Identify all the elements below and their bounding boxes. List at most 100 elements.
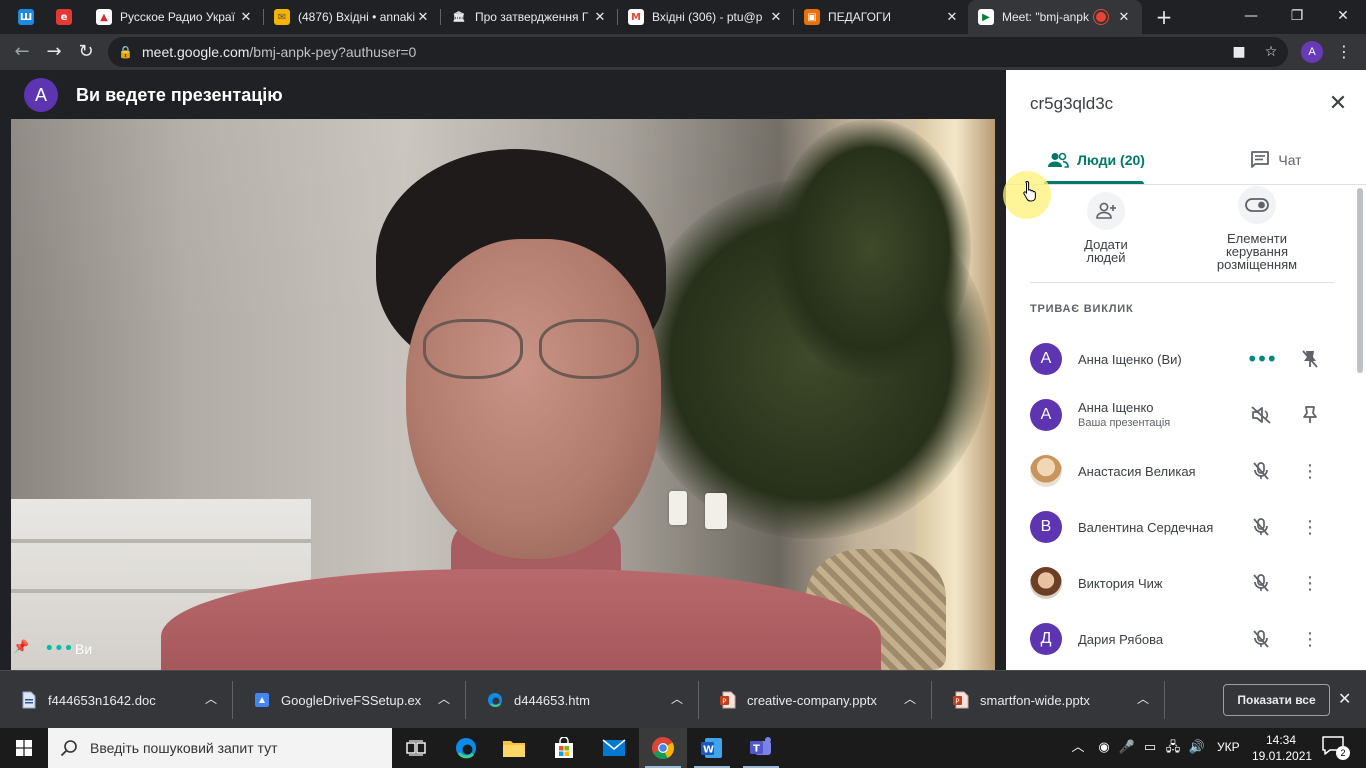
show-all-downloads-button[interactable]: Показати все (1223, 684, 1330, 716)
battery-icon[interactable]: ▭ (1140, 738, 1160, 758)
folder-icon (503, 741, 525, 757)
download-filename: f444653n1642.doc (48, 692, 156, 708)
close-icon[interactable]: ✕ (415, 10, 431, 25)
star-icon[interactable]: ☆ (1260, 42, 1282, 62)
download-item[interactable]: P smartfon-wide.pptx ︿ (932, 671, 1165, 729)
profile-avatar[interactable]: A (1301, 41, 1323, 63)
chevron-up-icon[interactable]: ︿ (671, 690, 683, 707)
participant-row[interactable]: Виктория Чиж ⋮ (1006, 555, 1358, 611)
mail-icon (602, 739, 626, 756)
pptx-icon: P (719, 691, 737, 709)
minimize-button[interactable]: — (1228, 0, 1274, 32)
chevron-up-icon[interactable]: ︿ (205, 690, 217, 707)
pinned-tab-2[interactable]: e (50, 5, 78, 29)
unpin-icon[interactable] (1298, 347, 1322, 371)
close-icon[interactable]: ✕ (768, 10, 784, 25)
glasses-left-lens (423, 319, 523, 379)
more-options-icon[interactable]: ⋮ (1298, 627, 1322, 651)
host-controls-button[interactable]: Елементи керування розміщенням (1187, 186, 1327, 271)
clock-time: 14:34 (1265, 733, 1297, 747)
download-item[interactable]: f444653n1642.doc ︿ (0, 671, 233, 729)
taskbar-edge[interactable] (442, 728, 490, 768)
participant-row[interactable]: А Анна Іщенко (Ви) ••• (1006, 331, 1358, 387)
volume-icon[interactable]: 🔊 (1187, 738, 1207, 758)
tab-meet[interactable]: ▶ Meet: "bmj-anpk ✕ (968, 0, 1142, 34)
close-icon[interactable]: ✕ (592, 10, 608, 25)
tab-gmail[interactable]: M Вхідні (306) - ptu@p ✕ (618, 0, 794, 34)
tab-title: Вхідні (306) - ptu@p (652, 10, 763, 24)
pinned-tab-1[interactable]: Ш (12, 5, 40, 29)
background-plant (771, 119, 971, 379)
tab-chat-label: Чат (1278, 152, 1302, 168)
close-downloads-icon[interactable]: ✕ (1338, 689, 1351, 708)
close-icon[interactable]: ✕ (944, 10, 960, 25)
camera-icon[interactable]: ■ (1228, 42, 1250, 62)
start-button[interactable] (0, 728, 48, 768)
hand-cursor-icon (1023, 180, 1036, 202)
download-item[interactable]: d444653.htm ︿ (466, 671, 699, 729)
taskbar-word[interactable]: W (688, 728, 736, 768)
taskbar-search[interactable]: Введіть пошуковий запит тут (48, 728, 392, 768)
presenter-avatar: A (24, 78, 58, 112)
tab-pedagogy[interactable]: ▣ ПЕДАГОГИ ✕ (794, 0, 970, 34)
panel-scrollbar[interactable] (1357, 188, 1363, 373)
more-options-icon[interactable]: ⋮ (1298, 515, 1322, 539)
address-bar[interactable]: 🔒 meet.google.com/bmj-anpk-pey?authuser=… (108, 37, 1288, 67)
notification-count: 2 (1336, 746, 1350, 760)
host-controls-label-line: розміщенням (1216, 257, 1298, 272)
taskbar-chrome[interactable] (639, 728, 687, 768)
url-host: meet.google.com (142, 44, 250, 60)
chevron-up-icon[interactable]: ︿ (1137, 690, 1149, 707)
download-item[interactable]: P creative-company.pptx ︿ (699, 671, 932, 729)
tray-overflow-icon[interactable]: ︿ (1068, 738, 1088, 758)
close-icon[interactable]: ✕ (1116, 10, 1132, 25)
pin-icon[interactable] (1298, 403, 1322, 427)
panel-close-button[interactable]: ✕ (1324, 90, 1352, 118)
mic-off-icon (1249, 571, 1273, 595)
reload-button[interactable]: ↻ (72, 38, 100, 66)
add-people-label: Додати людей (1036, 238, 1176, 264)
taskbar-teams[interactable]: T (737, 728, 785, 768)
browser-menu-icon[interactable]: ⋮ (1333, 40, 1355, 64)
participant-name: Анна Іщенко (1078, 400, 1154, 415)
self-video-tile[interactable]: 📌 ••• Ви (11, 119, 995, 670)
teams-icon: T (750, 737, 771, 755)
more-options-icon[interactable]: ⋮ (1298, 459, 1322, 483)
back-button[interactable]: ← (8, 38, 36, 66)
task-view-button[interactable] (392, 728, 440, 768)
microphone-icon[interactable]: 🎤 (1117, 738, 1137, 758)
restore-button[interactable]: ❐ (1274, 0, 1320, 32)
taskbar-mail[interactable] (590, 728, 638, 768)
participant-row[interactable]: Д Дария Рябова ⋮ (1006, 611, 1358, 667)
close-icon[interactable]: ✕ (238, 10, 254, 25)
lock-icon: 🔒 (118, 45, 133, 59)
speaker-off-icon[interactable] (1249, 403, 1273, 427)
svg-text:P: P (955, 697, 959, 705)
pin-icon[interactable]: 📌 (13, 640, 29, 658)
chevron-up-icon[interactable]: ︿ (438, 690, 450, 707)
taskbar-store[interactable] (540, 728, 588, 768)
new-tab-button[interactable]: + (1152, 6, 1176, 28)
download-item[interactable]: GoogleDriveFSSetup.ex ︿ (233, 671, 466, 729)
host-controls-label: Елементи керування розміщенням (1187, 232, 1327, 271)
system-clock[interactable]: 14:34 19.01.2021 (1252, 732, 1312, 764)
network-icon[interactable]: 🖧 (1163, 738, 1183, 758)
add-people-button[interactable]: Додати людей (1036, 192, 1176, 264)
tab-inbox-ukrnet[interactable]: ✉ (4876) Вхідні • annaki ✕ (264, 0, 441, 34)
window-close-button[interactable]: ✕ (1320, 0, 1366, 32)
mic-off-icon (1249, 459, 1273, 483)
add-people-label-line: людей (1086, 250, 1126, 265)
input-language[interactable]: УКР (1217, 740, 1240, 754)
tab-chat[interactable]: Чат (1186, 135, 1366, 185)
forward-button[interactable]: → (40, 38, 68, 66)
participant-row[interactable]: В Валентина Сердечная ⋮ (1006, 499, 1358, 555)
participant-row[interactable]: Анастасия Великая ⋮ (1006, 443, 1358, 499)
notification-center-button[interactable]: 2 (1322, 736, 1350, 760)
chevron-up-icon[interactable]: ︿ (904, 690, 916, 707)
tab-decree[interactable]: 🏛 Про затвердження Г ✕ (441, 0, 618, 34)
webcam-icon[interactable]: ◉ (1094, 738, 1114, 758)
participant-row[interactable]: А Анна Іщенко Ваша презентація (1006, 387, 1358, 443)
more-options-icon[interactable]: ⋮ (1298, 571, 1322, 595)
taskbar-file-explorer[interactable] (490, 728, 538, 768)
tab-russkoe-radio[interactable]: ▲ Русское Радио Украї ✕ (86, 0, 264, 34)
